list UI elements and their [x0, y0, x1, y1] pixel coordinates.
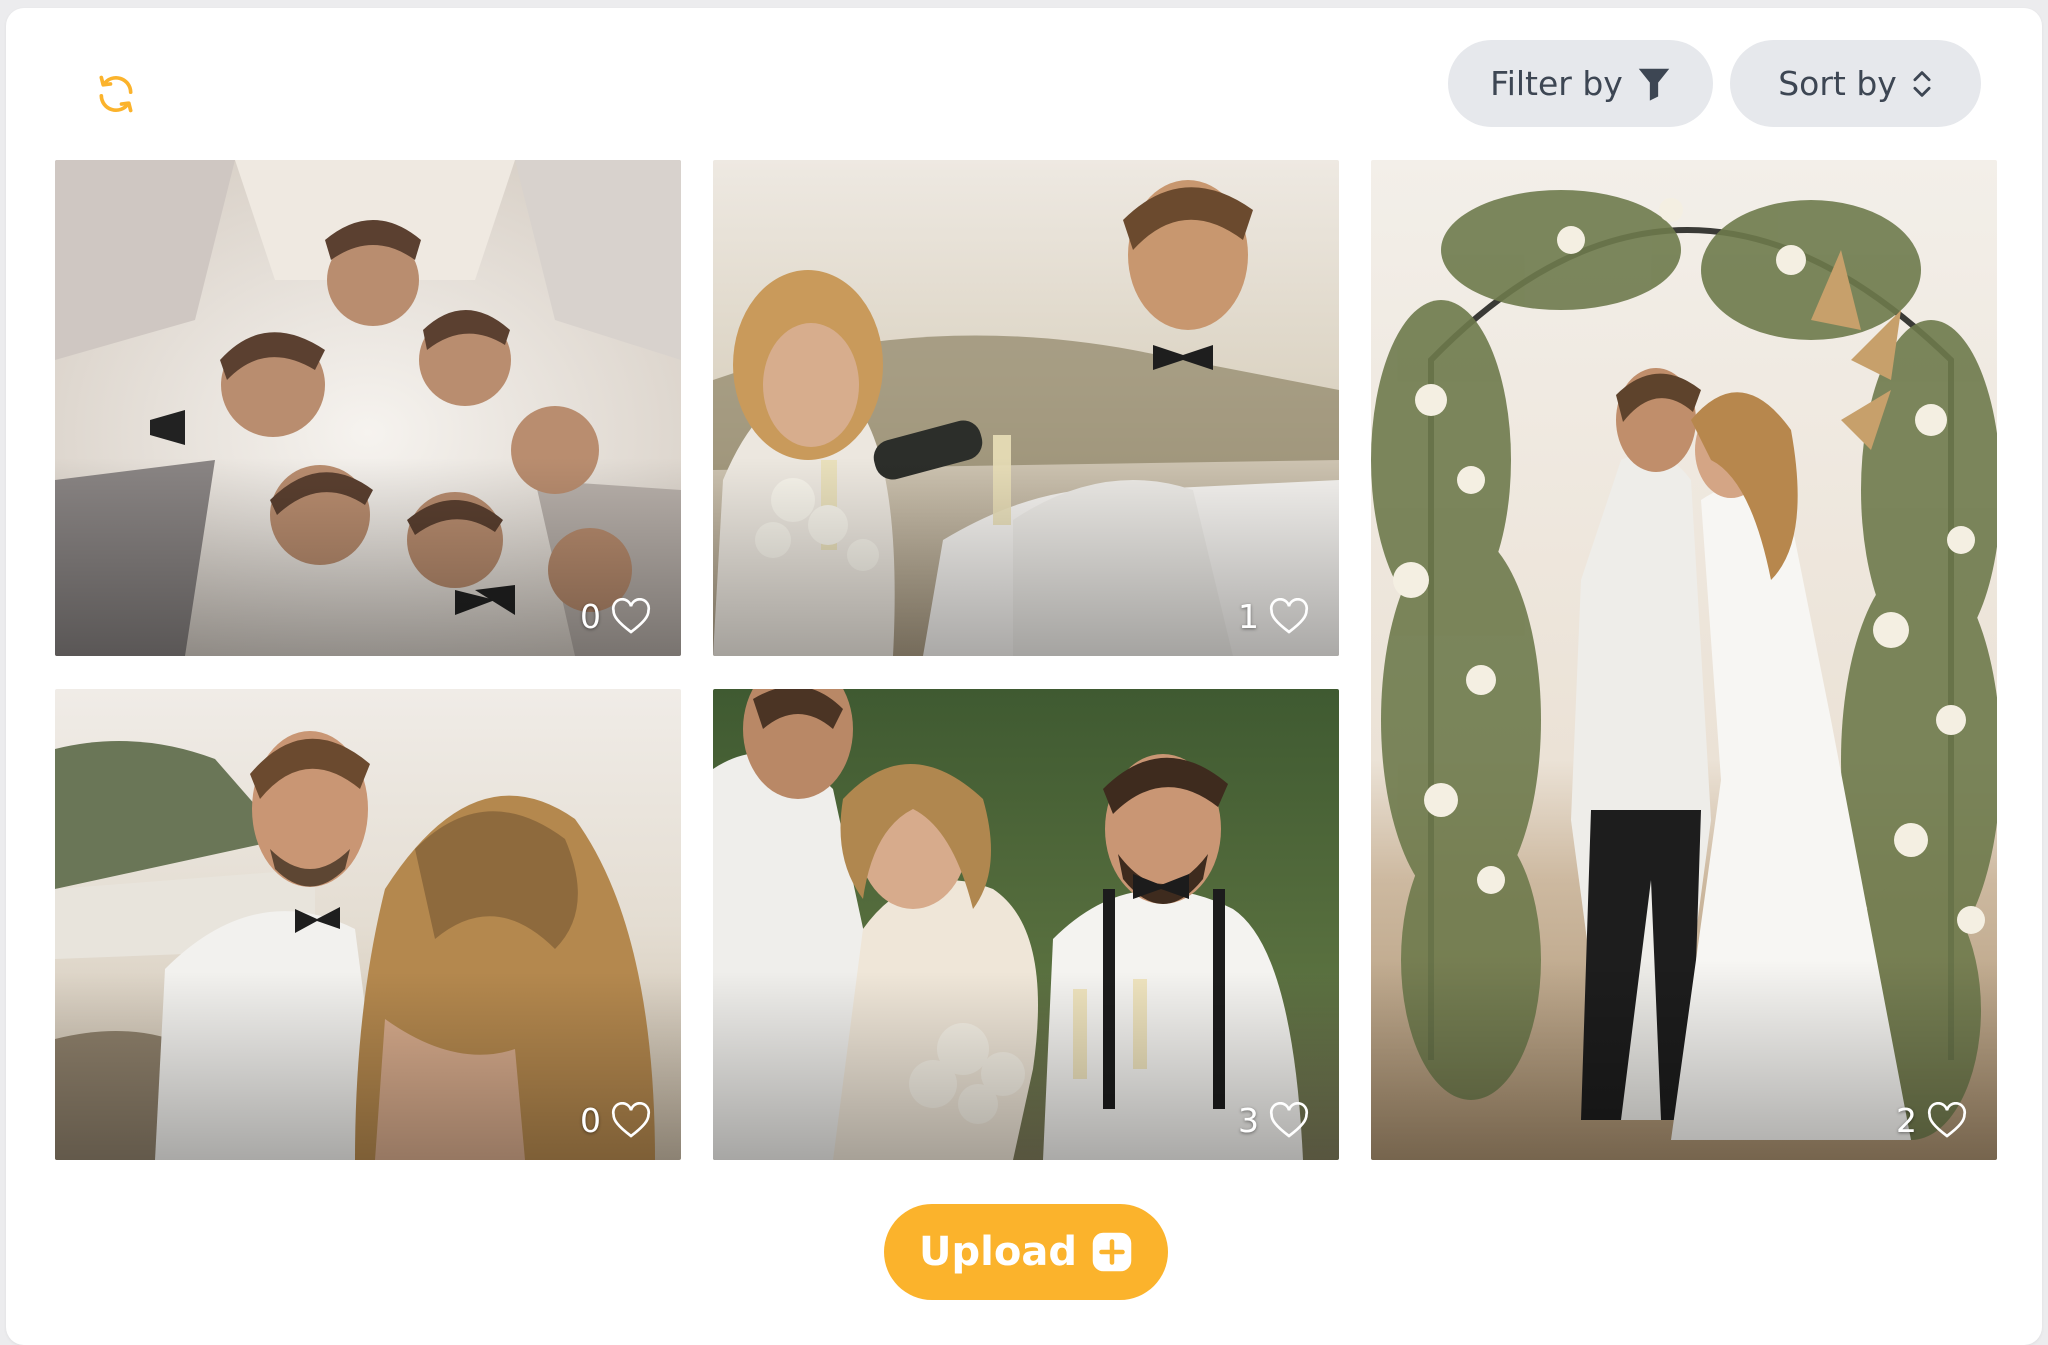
like-control[interactable]: 2	[1896, 1101, 1967, 1140]
photo-image	[55, 160, 681, 656]
filter-button[interactable]: Filter by	[1448, 40, 1713, 127]
photo-image	[55, 689, 681, 1160]
heart-icon	[611, 597, 651, 634]
upload-button[interactable]: Upload	[884, 1204, 1168, 1300]
photo-tile[interactable]: 2	[1371, 160, 1997, 1160]
like-count: 0	[580, 1101, 601, 1140]
like-count: 1	[1238, 597, 1259, 636]
like-count: 0	[580, 597, 601, 636]
like-count: 2	[1896, 1101, 1917, 1140]
heart-icon	[1269, 1101, 1309, 1138]
like-control[interactable]: 0	[580, 597, 651, 636]
photo-tile[interactable]: 0	[55, 160, 681, 656]
like-control[interactable]: 1	[1238, 597, 1309, 636]
sort-button[interactable]: Sort by	[1730, 40, 1981, 127]
heart-icon	[1269, 597, 1309, 634]
photo-tile[interactable]: 1	[713, 160, 1339, 656]
photo-tile[interactable]: 3	[713, 689, 1339, 1160]
refresh-button[interactable]	[88, 66, 144, 122]
photo-image	[713, 160, 1339, 656]
like-control[interactable]: 0	[580, 1101, 651, 1140]
heart-icon	[1927, 1101, 1967, 1138]
funnel-icon	[1638, 68, 1670, 101]
like-count: 3	[1238, 1101, 1259, 1140]
photo-image	[1371, 160, 1997, 1160]
upload-label: Upload	[919, 1229, 1077, 1275]
photo-image	[713, 689, 1339, 1160]
sort-label: Sort by	[1778, 64, 1897, 103]
filter-label: Filter by	[1490, 64, 1623, 103]
plus-square-icon	[1092, 1232, 1132, 1272]
photo-tile[interactable]: 0	[55, 689, 681, 1160]
refresh-icon	[99, 75, 133, 113]
chevron-up-down-icon	[1913, 70, 1931, 97]
heart-icon	[611, 1101, 651, 1138]
like-control[interactable]: 3	[1238, 1101, 1309, 1140]
